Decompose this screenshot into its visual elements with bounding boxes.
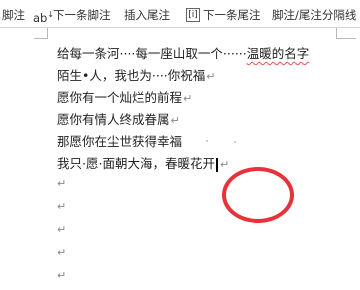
paragraph-mark-icon: ↵ (183, 92, 193, 105)
next-footnote-button[interactable]: 下一条脚注 (53, 7, 111, 23)
margin-corner-mark (336, 28, 337, 39)
next-endnote-button[interactable]: 下一条尾注 (203, 7, 261, 23)
text-line[interactable]: 给每一条河····每一座山取一个······温暖的名字 (57, 44, 309, 64)
margin-corner-mark (34, 38, 48, 39)
empty-paragraph-mark-icon: ↵ (57, 223, 67, 236)
text-line[interactable]: 我只·愿·面朝大海，春暖花开 ↵ (57, 154, 229, 174)
empty-paragraph-mark-icon: ↵ (57, 246, 67, 259)
empty-paragraph-mark-icon: ↵ (57, 269, 67, 282)
next-endnote-icon: [i] (186, 8, 200, 22)
margin-corner-mark (47, 28, 48, 39)
separator-line-button[interactable]: 脚注/尾注分隔线 (272, 7, 356, 23)
text-line[interactable]: 愿你有一个灿烂的前程↵ (57, 88, 192, 108)
references-toolbar: 脚注 ab↓ 下一条脚注 插入尾注 [i] 下一条尾注 脚注/尾注分隔线 (0, 0, 360, 28)
empty-paragraph-mark-icon: ↵ (57, 177, 67, 190)
paragraph-mark-icon: ↵ (206, 70, 216, 83)
insert-footnote-button[interactable]: 脚注 (2, 7, 25, 23)
separator-line-label: 脚注/尾注分隔线 (272, 8, 357, 22)
next-footnote-icon: ab↓ (33, 10, 55, 25)
text-line[interactable]: 陌生•人，我也为····你祝福↵ (57, 66, 216, 86)
next-endnote-label: 下一条尾注 (203, 8, 261, 22)
paragraph-mark-icon: ↵ (219, 158, 230, 171)
margin-corner-mark (336, 38, 356, 39)
text-line[interactable]: 愿你有情人终成眷属↵ (57, 110, 180, 130)
document-page[interactable]: 给每一条河····每一座山取一个······温暖的名字 陌生•人，我也为····… (0, 28, 360, 290)
formatting-dot (206, 140, 208, 142)
insert-endnote-button[interactable]: 插入尾注 (124, 7, 170, 23)
text-line[interactable]: 那愿你在尘世获得幸福 (57, 132, 182, 152)
next-footnote-label: 下一条脚注 (53, 8, 111, 22)
insert-footnote-label: 脚注 (2, 8, 25, 22)
empty-paragraph-mark-icon: ↵ (57, 200, 67, 213)
red-annotation-circle (222, 167, 294, 223)
text-cursor (215, 157, 218, 172)
spellcheck-underlined-text: 温暖的名字 (246, 46, 310, 61)
paragraph-mark-icon: ↵ (170, 114, 180, 127)
formatting-dot (234, 141, 236, 143)
insert-endnote-label: 插入尾注 (124, 8, 170, 22)
